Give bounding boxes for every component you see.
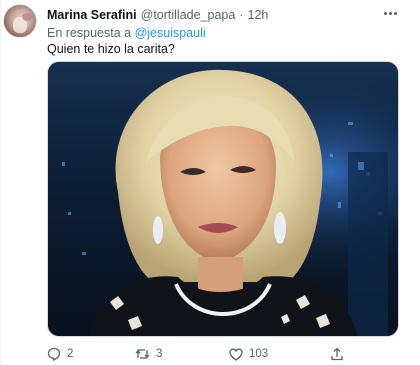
reply-context: En respuesta a @jesuispauli xyxy=(47,26,206,40)
avatar[interactable] xyxy=(3,4,37,38)
reply-button[interactable]: 2 xyxy=(47,345,73,363)
avatar-detail xyxy=(22,13,32,21)
tweet-header: Marina Serafini @tortillade_papa · 12h xyxy=(47,6,268,24)
timeline-divider xyxy=(0,0,1,365)
tweet-card[interactable]: Marina Serafini @tortillade_papa · 12h E… xyxy=(0,0,420,365)
reply-count: 2 xyxy=(67,348,74,360)
reply-mention-link[interactable]: @jesuispauli xyxy=(135,26,206,40)
heart-icon xyxy=(229,348,243,361)
like-button[interactable]: 103 xyxy=(229,345,268,363)
like-count: 103 xyxy=(249,348,269,360)
reply-prefix: En respuesta a xyxy=(47,26,132,40)
share-icon xyxy=(331,347,343,361)
tweet-actions: 2 3 103 xyxy=(47,345,399,363)
retweet-button[interactable]: 3 xyxy=(135,345,162,363)
tweet-timestamp[interactable]: 12h xyxy=(248,8,269,22)
retweet-count: 3 xyxy=(156,348,163,360)
more-options-icon[interactable] xyxy=(378,5,402,21)
retweet-icon xyxy=(135,349,150,359)
share-button[interactable] xyxy=(330,345,344,363)
reply-icon xyxy=(47,347,61,361)
tweet-text: Quien te hizo la carita? xyxy=(47,42,175,56)
header-separator: · xyxy=(239,8,244,22)
author-handle[interactable]: @tortillade_papa xyxy=(141,8,236,22)
author-name[interactable]: Marina Serafini xyxy=(47,8,137,22)
tweet-media-image[interactable] xyxy=(47,61,399,337)
